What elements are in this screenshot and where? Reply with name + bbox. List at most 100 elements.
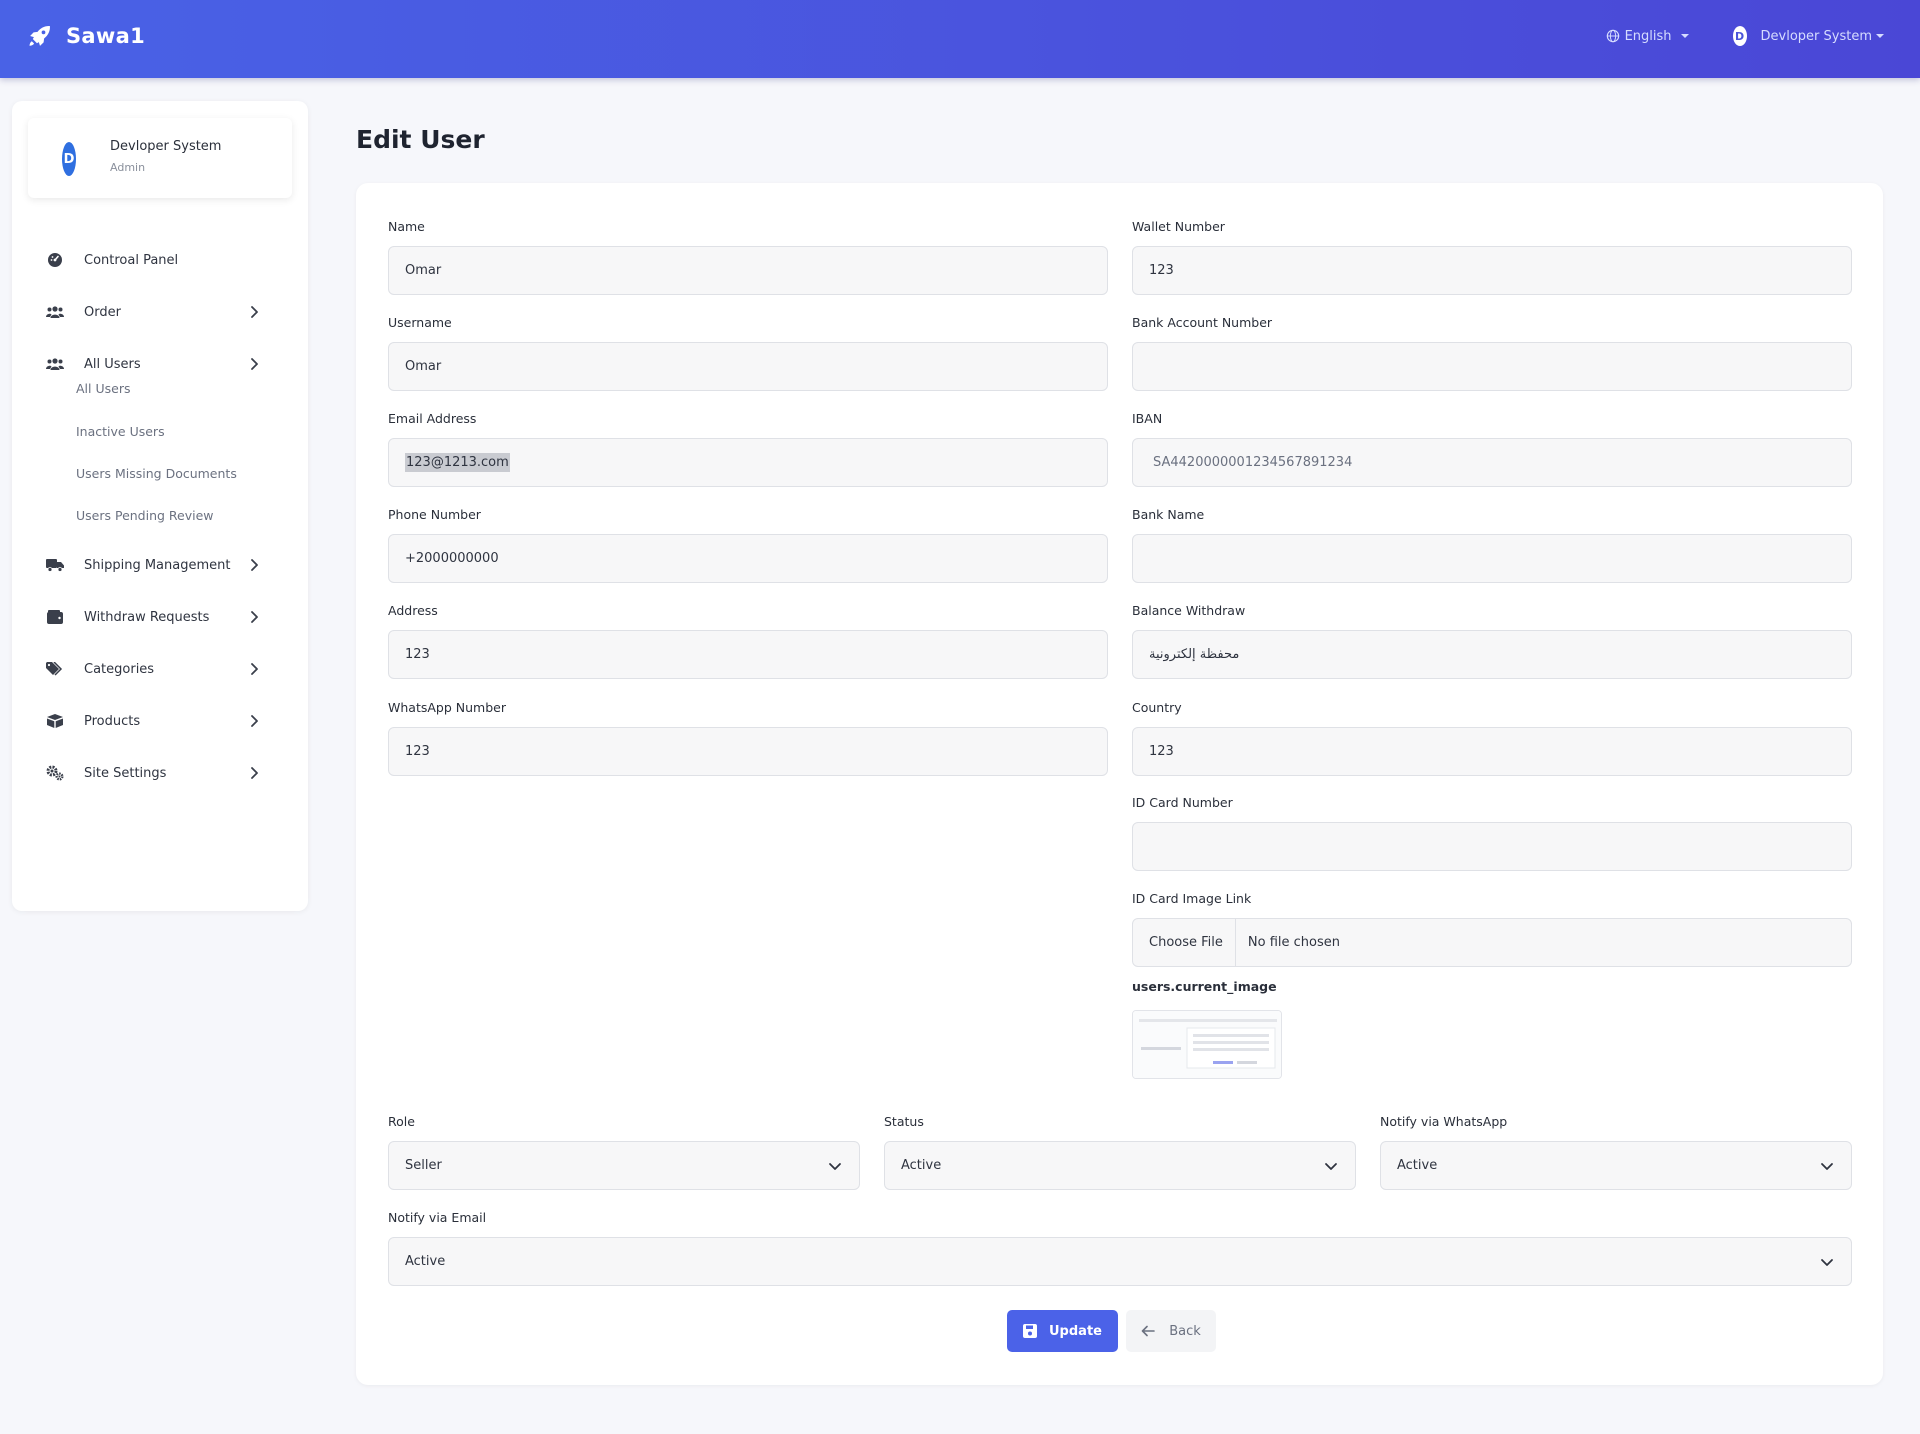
notify-email-select[interactable]: Active: [388, 1237, 1852, 1286]
id-card-number-input[interactable]: [1132, 822, 1852, 871]
bank-account-input[interactable]: [1132, 342, 1852, 391]
chevron-right-icon: [251, 767, 258, 779]
address-value: 123: [405, 647, 430, 662]
status-select[interactable]: Active: [884, 1141, 1356, 1190]
brand[interactable]: Sawa1: [26, 22, 145, 50]
role-value: Seller: [405, 1158, 442, 1173]
caret-down-icon: [1680, 34, 1689, 38]
sidebar-subitem-all-users[interactable]: All Users: [76, 381, 130, 396]
country-label: Country: [1132, 700, 1182, 715]
notify-whatsapp-value: Active: [1397, 1158, 1438, 1173]
address-input[interactable]: 123: [388, 630, 1108, 679]
sidebar-item-categories[interactable]: Categories: [12, 649, 308, 689]
choose-file-button[interactable]: Choose File: [1149, 919, 1236, 966]
sidebar-subitem-inactive-users[interactable]: Inactive Users: [76, 424, 165, 439]
bank-account-label: Bank Account Number: [1132, 315, 1273, 330]
country-input[interactable]: 123: [1132, 727, 1852, 776]
status-label: Status: [884, 1114, 924, 1129]
sidebar-subitem-missing-documents[interactable]: Users Missing Documents: [76, 466, 237, 481]
country-value: 123: [1149, 744, 1174, 759]
name-value: Omar: [405, 263, 442, 278]
whatsapp-value: 123: [405, 744, 430, 759]
dashboard-icon: [46, 251, 64, 269]
sidebar-item-all-users[interactable]: All Users: [12, 344, 308, 384]
sidebar-item-label: Controal Panel: [84, 252, 179, 268]
email-label: Email Address: [388, 411, 477, 426]
username-value: Omar: [405, 359, 442, 374]
notify-whatsapp-select[interactable]: Active: [1380, 1141, 1852, 1190]
chevron-down-icon: [1821, 1259, 1833, 1266]
back-button[interactable]: Back: [1126, 1310, 1216, 1352]
notify-whatsapp-label: Notify via WhatsApp: [1380, 1114, 1508, 1129]
address-label: Address: [388, 603, 438, 618]
id-card-number-label: ID Card Number: [1132, 795, 1233, 810]
update-button[interactable]: Update: [1007, 1310, 1118, 1352]
id-card-image-file-input[interactable]: Choose File No file chosen: [1132, 918, 1852, 967]
chevron-right-icon: [251, 559, 258, 571]
current-image-thumbnail: [1132, 1010, 1282, 1079]
balance-withdraw-value: محفظة إلكترونية: [1149, 647, 1240, 662]
sidebar-item-label: Products: [84, 713, 141, 729]
sidebar-item-shipping[interactable]: Shipping Management: [12, 545, 308, 585]
top-navbar: Sawa1 English D Devloper System: [0, 0, 1920, 78]
role-label: Role: [388, 1114, 415, 1129]
notify-email-value: Active: [405, 1254, 446, 1269]
arrow-left-icon: [1141, 1325, 1156, 1337]
sidebar: D Devloper System Admin Controal Panel O…: [12, 101, 308, 911]
phone-input[interactable]: +2000000000: [388, 534, 1108, 583]
role-select[interactable]: Seller: [388, 1141, 860, 1190]
chevron-down-icon: [1821, 1163, 1833, 1170]
sidebar-item-products[interactable]: Products: [12, 701, 308, 741]
balance-withdraw-label: Balance Withdraw: [1132, 603, 1246, 618]
sidebar-item-site-settings[interactable]: Site Settings: [12, 753, 308, 793]
notify-email-label: Notify via Email: [388, 1210, 487, 1225]
user-menu[interactable]: D Devloper System: [1732, 26, 1884, 46]
chevron-right-icon: [251, 358, 258, 370]
wallet-label: Wallet Number: [1132, 219, 1225, 234]
sidebar-item-label: Categories: [84, 661, 155, 677]
iban-input[interactable]: SA4420000001234567891234: [1132, 438, 1852, 487]
page-title: Edit User: [356, 125, 485, 154]
sidebar-item-label: All Users: [84, 356, 141, 372]
current-image-label: users.current_image: [1132, 979, 1277, 994]
chevron-right-icon: [251, 306, 258, 318]
users-icon: [46, 303, 64, 321]
profile-role: Admin: [110, 161, 146, 174]
iban-placeholder: SA4420000001234567891234: [1153, 455, 1353, 470]
language-switcher[interactable]: English: [1606, 29, 1689, 44]
save-icon: [1023, 1324, 1037, 1338]
iban-label: IBAN: [1132, 411, 1163, 426]
email-input[interactable]: 123@1213.com: [388, 438, 1108, 487]
sidebar-item-order[interactable]: Order: [12, 292, 308, 332]
id-card-image-label: ID Card Image Link: [1132, 891, 1252, 906]
name-label: Name: [388, 219, 425, 234]
sidebar-item-label: Shipping Management: [84, 557, 231, 573]
sidebar-item-label: Site Settings: [84, 765, 167, 781]
caret-down-icon: [1876, 34, 1884, 38]
truck-icon: [46, 556, 64, 574]
users-icon: [46, 355, 64, 373]
file-status: No file chosen: [1247, 935, 1340, 950]
whatsapp-label: WhatsApp Number: [388, 700, 506, 715]
name-input[interactable]: Omar: [388, 246, 1108, 295]
wallet-input[interactable]: 123: [1132, 246, 1852, 295]
whatsapp-input[interactable]: 123: [388, 727, 1108, 776]
username-input[interactable]: Omar: [388, 342, 1108, 391]
chevron-down-icon: [829, 1163, 841, 1170]
username-label: Username: [388, 315, 452, 330]
update-label: Update: [1049, 1323, 1102, 1339]
profile-name: Devloper System: [110, 139, 222, 154]
phone-label: Phone Number: [388, 507, 481, 522]
sidebar-item-control-panel[interactable]: Controal Panel: [12, 240, 308, 280]
sidebar-item-withdraw-requests[interactable]: Withdraw Requests: [12, 597, 308, 637]
sidebar-subitem-pending-review[interactable]: Users Pending Review: [76, 508, 214, 523]
balance-withdraw-input[interactable]: محفظة إلكترونية: [1132, 630, 1852, 679]
box-icon: [46, 712, 64, 730]
profile-card: D Devloper System Admin: [28, 118, 292, 198]
avatar: D: [1732, 26, 1747, 46]
user-name: Devloper System: [1760, 28, 1872, 44]
profile-avatar: D: [62, 142, 76, 176]
gears-icon: [46, 764, 64, 782]
bank-name-input[interactable]: [1132, 534, 1852, 583]
wallet-icon: [46, 608, 64, 626]
